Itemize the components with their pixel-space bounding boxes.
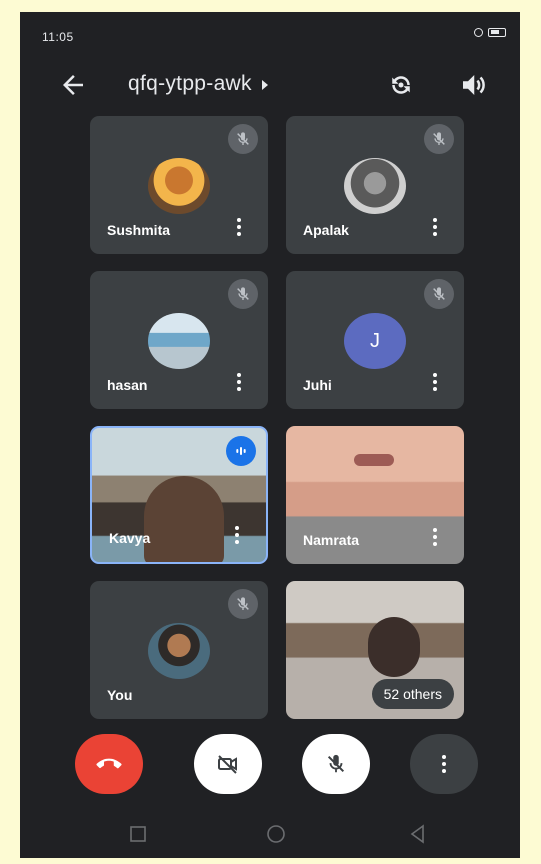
participant-name: hasan xyxy=(107,377,148,393)
phone-screen: 11:05 qfq-ytpp-awk Sushmita Apalak hasan… xyxy=(20,12,520,858)
system-nav-bar xyxy=(20,808,520,858)
end-call-icon xyxy=(96,758,122,769)
participant-tile-namrata[interactable]: Namrata xyxy=(286,426,464,564)
participant-name: Juhi xyxy=(303,377,332,393)
participant-tile-hasan[interactable]: hasan xyxy=(90,271,268,409)
arrow-left-icon[interactable] xyxy=(58,70,88,100)
meeting-code-button[interactable]: qfq-ytpp-awk xyxy=(128,72,268,96)
speaker-icon[interactable] xyxy=(458,70,488,100)
end-call-button[interactable] xyxy=(75,734,143,794)
speaking-icon xyxy=(226,436,256,466)
avatar xyxy=(148,313,210,369)
camera-off-icon xyxy=(218,755,237,774)
more-vert-icon xyxy=(441,755,447,773)
avatar-initial-text: J xyxy=(370,329,380,352)
home-icon[interactable] xyxy=(264,822,288,846)
mic-off-icon xyxy=(424,279,454,309)
mic-off-icon xyxy=(228,279,258,309)
more-vert-icon[interactable] xyxy=(236,218,242,240)
others-count-badge: 52 others xyxy=(371,679,454,709)
caret-right-icon xyxy=(261,80,268,90)
meeting-header: qfq-ytpp-awk xyxy=(20,64,520,108)
camera-off-button[interactable] xyxy=(194,734,262,794)
more-vert-icon[interactable] xyxy=(432,218,438,240)
video-feed xyxy=(144,476,224,562)
mic-off-icon xyxy=(327,754,345,773)
participant-tile-kavya[interactable]: Kavya xyxy=(90,426,268,564)
back-nav-icon[interactable] xyxy=(406,822,430,846)
recents-icon[interactable] xyxy=(126,822,150,846)
participant-tile-juhi[interactable]: J Juhi xyxy=(286,271,464,409)
meeting-code: qfq-ytpp-awk xyxy=(128,72,252,95)
avatar xyxy=(344,158,406,214)
video-feed xyxy=(354,454,394,466)
participant-tile-you[interactable]: You xyxy=(90,581,268,719)
others-tile[interactable]: 52 others xyxy=(286,581,464,719)
status-time: 11:05 xyxy=(42,30,74,44)
avatar xyxy=(148,623,210,679)
participant-tile-apalak[interactable]: Apalak xyxy=(286,116,464,254)
status-icons xyxy=(474,28,506,37)
mic-off-icon xyxy=(424,124,454,154)
participant-name: Sushmita xyxy=(107,222,171,238)
avatar xyxy=(148,158,210,214)
more-options-button[interactable] xyxy=(410,734,478,794)
more-vert-icon[interactable] xyxy=(432,528,438,550)
call-controls xyxy=(20,734,520,804)
status-bar: 11:05 xyxy=(20,12,520,58)
participant-name: Namrata xyxy=(303,532,360,548)
participant-name: Kavya xyxy=(109,530,151,546)
more-vert-icon[interactable] xyxy=(432,373,438,395)
video-feed xyxy=(368,617,420,677)
mic-off-icon xyxy=(228,589,258,619)
battery-icon xyxy=(488,28,506,37)
participant-name: You xyxy=(107,687,133,703)
mic-toggle-button[interactable] xyxy=(302,734,370,794)
flip-camera-icon[interactable] xyxy=(386,70,416,100)
alarm-icon xyxy=(474,28,483,37)
more-vert-icon[interactable] xyxy=(236,373,242,395)
participant-tile-sushmita[interactable]: Sushmita xyxy=(90,116,268,254)
avatar-initial: J xyxy=(344,313,406,369)
mic-off-icon xyxy=(228,124,258,154)
more-vert-icon[interactable] xyxy=(234,526,240,548)
participant-name: Apalak xyxy=(303,222,349,238)
